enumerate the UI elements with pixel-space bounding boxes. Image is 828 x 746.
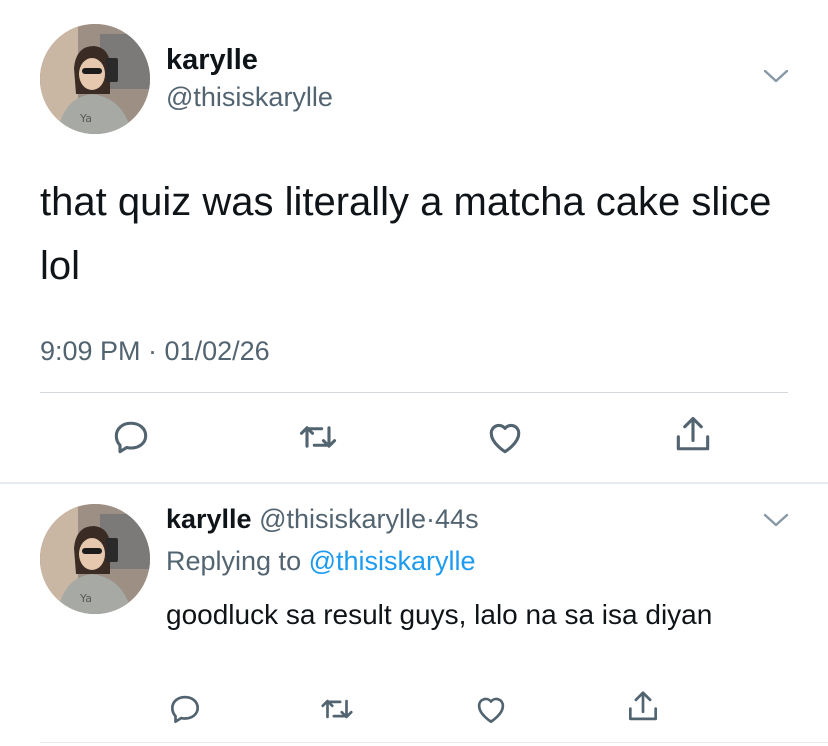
replying-to-link[interactable]: @thisiskarylle [309, 546, 476, 576]
replying-to-label: Replying to [166, 546, 302, 576]
retweet-button[interactable] [318, 690, 356, 728]
share-icon [676, 416, 710, 451]
chevron-down-icon[interactable] [762, 66, 790, 86]
reply-icon [170, 695, 200, 724]
tweet-text: that quiz was literally a matcha cake sl… [40, 180, 772, 288]
reply-user-handle[interactable]: @thisiskarylle [259, 504, 426, 534]
replying-to: Replying to @thisiskarylle [166, 546, 476, 577]
like-button[interactable] [472, 690, 510, 728]
divider [40, 392, 788, 393]
reply-text: goodluck sa result guys, lalo na sa isa … [166, 599, 713, 630]
svg-text:Ya: Ya [79, 112, 92, 125]
reply-icon [114, 421, 148, 454]
like-icon [477, 697, 505, 724]
section-divider [0, 482, 828, 484]
share-button[interactable] [624, 688, 662, 726]
reply-button[interactable] [109, 415, 153, 459]
tweet-timestamp[interactable]: 9:09 PM · 01/02/26 [40, 336, 270, 367]
avatar[interactable]: Ya [40, 24, 150, 134]
reply-button[interactable] [166, 690, 204, 728]
display-name[interactable]: karylle [166, 44, 258, 77]
reply-header: karylle @thisiskarylle·44s [166, 504, 479, 535]
user-handle[interactable]: @thisiskarylle [166, 82, 333, 113]
reply-avatar[interactable]: Ya [40, 504, 150, 614]
svg-text:Ya: Ya [79, 592, 92, 605]
retweet-icon [299, 426, 337, 448]
share-button[interactable] [671, 413, 715, 457]
like-button[interactable] [483, 415, 527, 459]
retweet-button[interactable] [296, 415, 340, 459]
share-icon [628, 691, 658, 721]
avatar-photo: Ya [40, 24, 150, 134]
divider [40, 742, 828, 743]
chevron-down-icon[interactable] [762, 510, 790, 530]
retweet-icon [321, 699, 353, 719]
separator-dot: · [426, 504, 436, 534]
avatar-photo: Ya [40, 504, 150, 614]
reply-display-name[interactable]: karylle [166, 504, 252, 534]
like-icon [489, 423, 521, 454]
reply-age[interactable]: 44s [435, 504, 479, 534]
